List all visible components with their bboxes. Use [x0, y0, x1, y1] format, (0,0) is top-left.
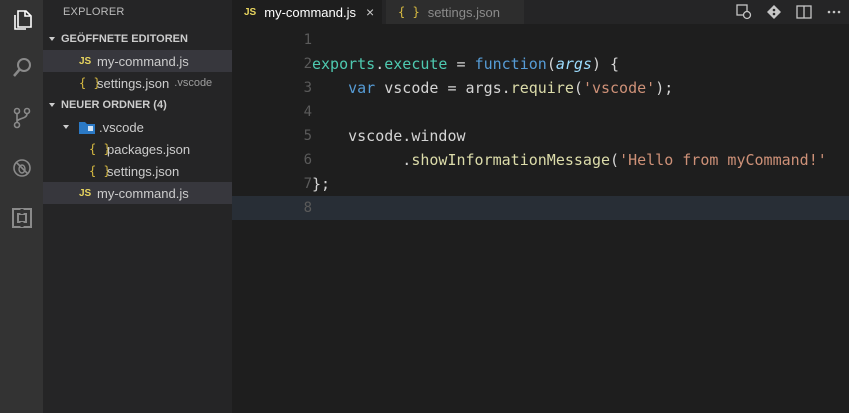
- code-text: var vscode = args.require('vscode');: [348, 79, 674, 97]
- json-file-icon: { }: [398, 5, 420, 19]
- tab-my-command[interactable]: JS my-command.js ×: [232, 0, 383, 24]
- code-line: 1: [232, 28, 849, 52]
- tabs-bar: JS my-command.js × { } settings.json: [232, 0, 849, 24]
- open-editors-title: GEÖFFNETE EDITOREN: [61, 33, 188, 45]
- line-number: 2: [303, 56, 312, 72]
- vscode-folder-icon: [79, 122, 95, 134]
- caret-down-icon: [63, 125, 69, 129]
- code-line-current: 8: [232, 196, 849, 220]
- open-changes-icon[interactable]: [729, 0, 759, 24]
- json-file-icon: { }: [89, 142, 111, 156]
- tab-settings[interactable]: { } settings.json: [386, 0, 524, 24]
- code-line: 7 };: [232, 172, 849, 196]
- code-text: };: [312, 175, 331, 193]
- debug-icon[interactable]: [0, 148, 43, 188]
- git-icon[interactable]: [759, 0, 789, 24]
- tree-file-item[interactable]: { } packages.json: [43, 138, 232, 160]
- editor-actions: [729, 0, 849, 24]
- code-line: 3 var vscode = args.require('vscode');: [232, 76, 849, 100]
- code-text: exports.execute = function(args) {: [312, 55, 620, 73]
- tab-label: my-command.js: [264, 4, 356, 20]
- open-editors-header[interactable]: GEÖFFNETE EDITOREN: [43, 28, 232, 50]
- line-number: 1: [303, 32, 312, 48]
- folder-item-vscode[interactable]: .vscode: [43, 116, 232, 138]
- extensions-icon[interactable]: [0, 198, 43, 238]
- open-editor-item[interactable]: JS my-command.js: [43, 50, 232, 72]
- json-file-icon: { }: [89, 164, 111, 178]
- code-line: 5 vscode.window: [232, 124, 849, 148]
- explorer-title: EXPLORER: [63, 6, 125, 18]
- code-editor[interactable]: 1 2 exports.execute = function(args) { 3…: [232, 28, 849, 413]
- line-number: 6: [303, 152, 312, 168]
- file-name: settings.json: [97, 75, 170, 91]
- js-file-icon: JS: [244, 6, 257, 18]
- line-number: 4: [303, 104, 312, 120]
- files-icon[interactable]: [0, 0, 43, 40]
- js-file-icon: JS: [79, 55, 92, 67]
- folder-header[interactable]: NEUER ORDNER (4): [43, 94, 232, 116]
- line-number: 3: [303, 80, 312, 96]
- code-line: 6 .showInformationMessage('Hello from my…: [232, 148, 849, 172]
- search-icon[interactable]: [0, 48, 43, 88]
- js-file-icon: JS: [79, 187, 92, 199]
- line-number: 7: [303, 176, 312, 192]
- caret-down-icon: [49, 37, 55, 41]
- source-control-icon[interactable]: [0, 98, 43, 138]
- file-path-description: .vscode: [174, 77, 213, 89]
- file-name: settings.json: [107, 163, 180, 179]
- file-name: packages.json: [107, 141, 191, 157]
- tree-file-item[interactable]: JS my-command.js: [43, 182, 232, 204]
- more-icon[interactable]: [819, 0, 849, 24]
- code-text: .showInformationMessage('Hello from myCo…: [312, 151, 827, 169]
- split-editor-icon[interactable]: [789, 0, 819, 24]
- tree-file-item[interactable]: { } settings.json: [43, 160, 232, 182]
- editor-group: JS my-command.js × { } settings.json 1 2…: [232, 0, 849, 413]
- file-name: my-command.js: [97, 185, 189, 201]
- folder-title: NEUER ORDNER (4): [61, 99, 167, 111]
- line-number: 5: [303, 128, 312, 144]
- activity-bar: [0, 0, 43, 413]
- code-line: 2 exports.execute = function(args) {: [232, 52, 849, 76]
- code-line: 4: [232, 100, 849, 124]
- caret-down-icon: [49, 103, 55, 107]
- code-text: vscode.window: [312, 127, 466, 145]
- file-name: my-command.js: [97, 53, 189, 69]
- close-icon[interactable]: ×: [366, 4, 374, 20]
- open-editor-item[interactable]: { } settings.json .vscode: [43, 72, 232, 94]
- line-number: 8: [303, 200, 312, 216]
- explorer-sidebar: EXPLORER GEÖFFNETE EDITOREN JS my-comman…: [43, 0, 232, 413]
- folder-name: .vscode: [99, 119, 144, 135]
- json-file-icon: { }: [79, 76, 101, 90]
- tab-label: settings.json: [427, 4, 500, 20]
